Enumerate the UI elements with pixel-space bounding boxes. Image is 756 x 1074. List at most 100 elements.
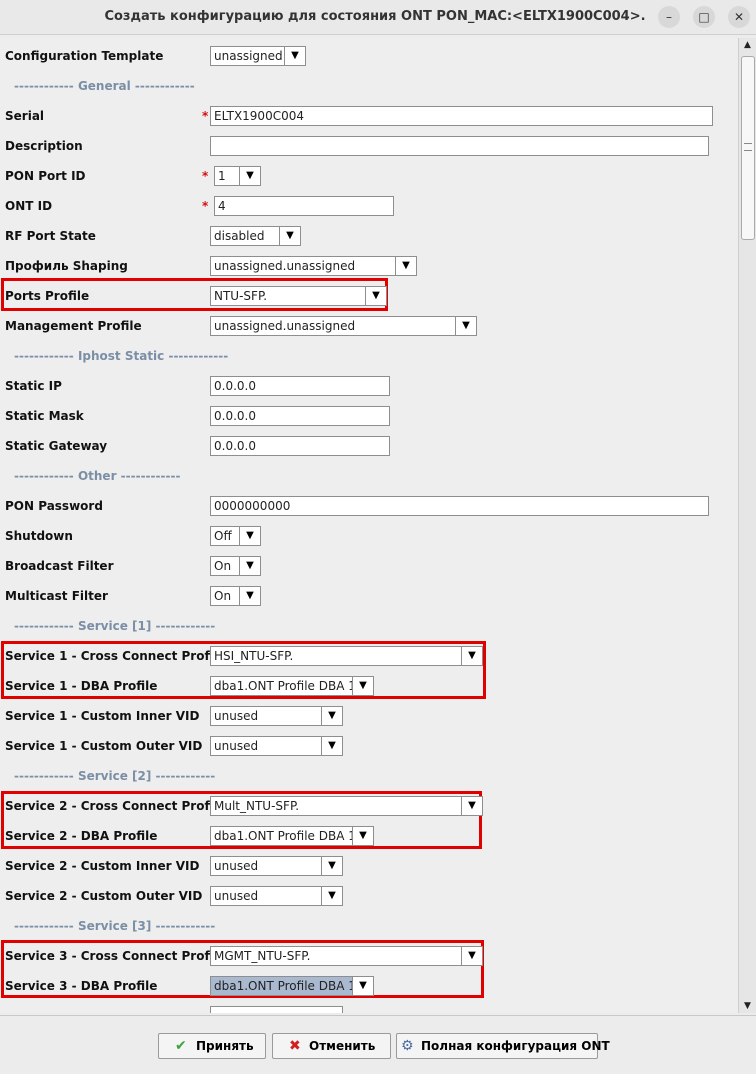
chevron-down-icon[interactable]: ▼ xyxy=(279,227,300,245)
static-gateway-input[interactable]: 0.0.0.0 xyxy=(210,436,390,456)
static-ip-label: Static IP xyxy=(5,379,62,393)
s2-dba-row: Service 2 - DBA Profile dba1.ONT Profile… xyxy=(5,826,735,846)
s1-dba-label: Service 1 - DBA Profile xyxy=(5,679,158,693)
ports-profile-select[interactable]: NTU-SFP. ▼ xyxy=(210,286,387,306)
ont-id-row: ONT ID * 4 xyxy=(5,196,735,216)
multicast-select[interactable]: On ▼ xyxy=(210,586,261,606)
section-service-1: ------------ Service [1] ------------ xyxy=(14,619,216,633)
chevron-down-icon[interactable]: ▼ xyxy=(352,977,373,995)
s2-cc-row: Service 2 - Cross Connect Profile Mult_N… xyxy=(5,796,735,816)
chevron-down-icon[interactable]: ▼ xyxy=(239,587,260,605)
multicast-value: On xyxy=(214,589,232,603)
chevron-down-icon[interactable]: ▼ xyxy=(321,857,342,875)
s2-outer-row: Service 2 - Custom Outer VID unused ▼ xyxy=(5,886,735,906)
s1-cc-select[interactable]: HSI_NTU-SFP. ▼ xyxy=(210,646,483,666)
s3-cc-select[interactable]: MGMT_NTU-SFP. ▼ xyxy=(210,946,483,966)
scroll-down-icon[interactable]: ▼ xyxy=(739,999,756,1013)
chevron-down-icon[interactable]: ▼ xyxy=(321,707,342,725)
static-gateway-label: Static Gateway xyxy=(5,439,108,453)
required-mark: * xyxy=(202,199,209,213)
s3-dba-row: Service 3 - DBA Profile dba1.ONT Profile… xyxy=(5,976,735,996)
ont-id-input[interactable]: 4 xyxy=(214,196,394,216)
chevron-down-icon[interactable]: ▼ xyxy=(284,47,305,65)
description-label: Description xyxy=(5,139,83,153)
full-config-button[interactable]: ⚙ Полная конфигурация ONT xyxy=(396,1033,610,1059)
shutdown-label: Shutdown xyxy=(5,529,73,543)
s3-cc-row: Service 3 - Cross Connect Profile MGMT_N… xyxy=(5,946,735,966)
scroll-up-icon[interactable]: ▲ xyxy=(739,38,756,52)
s2-inner-select[interactable]: unused ▼ xyxy=(210,856,343,876)
s1-outer-value: unused xyxy=(214,739,259,753)
s2-outer-select[interactable]: unused ▼ xyxy=(210,886,343,906)
s1-cc-value: HSI_NTU-SFP. xyxy=(214,649,294,663)
shaping-row: Профиль Shaping unassigned.unassigned ▼ xyxy=(5,256,735,276)
shutdown-value: Off xyxy=(214,529,232,543)
s3-dba-select[interactable]: dba1.ONT Profile DBA 1 ▼ xyxy=(210,976,374,996)
chevron-down-icon[interactable]: ▼ xyxy=(461,797,482,815)
vertical-scrollbar[interactable]: ▲ ▼ xyxy=(738,38,756,1013)
cancel-button[interactable]: ✖ Отменить xyxy=(272,1033,391,1059)
management-value: unassigned.unassigned xyxy=(214,319,356,333)
pon-port-row: PON Port ID * 1 ▼ xyxy=(5,166,735,186)
accept-button[interactable]: ✔ Принять xyxy=(158,1033,266,1059)
chevron-down-icon[interactable]: ▼ xyxy=(239,527,260,545)
s2-cc-value: Mult_NTU-SFP. xyxy=(214,799,300,813)
s2-outer-value: unused xyxy=(214,889,259,903)
chevron-down-icon[interactable]: ▼ xyxy=(455,317,476,335)
s1-inner-row: Service 1 - Custom Inner VID unused ▼ xyxy=(5,706,735,726)
description-input[interactable] xyxy=(210,136,709,156)
chevron-down-icon[interactable]: ▼ xyxy=(461,947,482,965)
chevron-down-icon[interactable]: ▼ xyxy=(321,737,342,755)
static-ip-input[interactable]: 0.0.0.0 xyxy=(210,376,390,396)
rf-port-select[interactable]: disabled ▼ xyxy=(210,226,301,246)
management-select[interactable]: unassigned.unassigned ▼ xyxy=(210,316,477,336)
chevron-down-icon[interactable]: ▼ xyxy=(352,677,373,695)
s3-dba-value: dba1.ONT Profile DBA 1 xyxy=(214,979,356,993)
static-mask-input[interactable]: 0.0.0.0 xyxy=(210,406,390,426)
multicast-label: Multicast Filter xyxy=(5,589,108,603)
s2-cc-select[interactable]: Mult_NTU-SFP. ▼ xyxy=(210,796,483,816)
s1-dba-select[interactable]: dba1.ONT Profile DBA 1 ▼ xyxy=(210,676,374,696)
chevron-down-icon[interactable]: ▼ xyxy=(365,287,386,305)
full-config-label: Полная конфигурация ONT xyxy=(421,1039,610,1053)
required-mark: * xyxy=(202,109,209,123)
s2-dba-select[interactable]: dba1.ONT Profile DBA 1 ▼ xyxy=(210,826,374,846)
chevron-down-icon[interactable]: ▼ xyxy=(352,827,373,845)
broadcast-row: Broadcast Filter On ▼ xyxy=(5,556,735,576)
broadcast-select[interactable]: On ▼ xyxy=(210,556,261,576)
minimize-button[interactable]: – xyxy=(658,6,680,28)
multicast-row: Multicast Filter On ▼ xyxy=(5,586,735,606)
section-iphost: ------------ Iphost Static ------------ xyxy=(14,349,229,363)
s3-dba-label: Service 3 - DBA Profile xyxy=(5,979,158,993)
config-template-select[interactable]: unassigned ▼ xyxy=(210,46,306,66)
s1-inner-value: unused xyxy=(214,709,259,723)
static-mask-value: 0.0.0.0 xyxy=(214,409,256,423)
shaping-select[interactable]: unassigned.unassigned ▼ xyxy=(210,256,417,276)
chevron-down-icon[interactable]: ▼ xyxy=(461,647,482,665)
scroll-thumb[interactable] xyxy=(741,56,755,240)
shutdown-select[interactable]: Off ▼ xyxy=(210,526,261,546)
form-panel: Configuration Template unassigned ▼ ----… xyxy=(0,38,738,1013)
s2-dba-label: Service 2 - DBA Profile xyxy=(5,829,158,843)
pon-port-label: PON Port ID xyxy=(5,169,86,183)
ont-id-label: ONT ID xyxy=(5,199,53,213)
s1-outer-select[interactable]: unused ▼ xyxy=(210,736,343,756)
chevron-down-icon[interactable]: ▼ xyxy=(239,167,260,185)
maximize-button[interactable]: □ xyxy=(693,6,715,28)
chevron-down-icon[interactable]: ▼ xyxy=(239,557,260,575)
chevron-down-icon[interactable]: ▼ xyxy=(321,887,342,905)
config-template-row: Configuration Template unassigned ▼ xyxy=(5,46,735,66)
serial-input[interactable]: ELTX1900C004 xyxy=(210,106,713,126)
s1-inner-label: Service 1 - Custom Inner VID xyxy=(5,709,200,723)
pon-port-select[interactable]: 1 ▼ xyxy=(214,166,261,186)
chevron-down-icon[interactable]: ▼ xyxy=(395,257,416,275)
next-row-partial-select[interactable] xyxy=(210,1006,343,1013)
shutdown-row: Shutdown Off ▼ xyxy=(5,526,735,546)
ont-id-value: 4 xyxy=(218,199,226,213)
close-button[interactable]: ✕ xyxy=(728,6,750,28)
accept-label: Принять xyxy=(196,1039,254,1053)
pon-password-input[interactable]: 0000000000 xyxy=(210,496,709,516)
broadcast-label: Broadcast Filter xyxy=(5,559,114,573)
serial-value: ELTX1900C004 xyxy=(214,109,304,123)
s1-inner-select[interactable]: unused ▼ xyxy=(210,706,343,726)
